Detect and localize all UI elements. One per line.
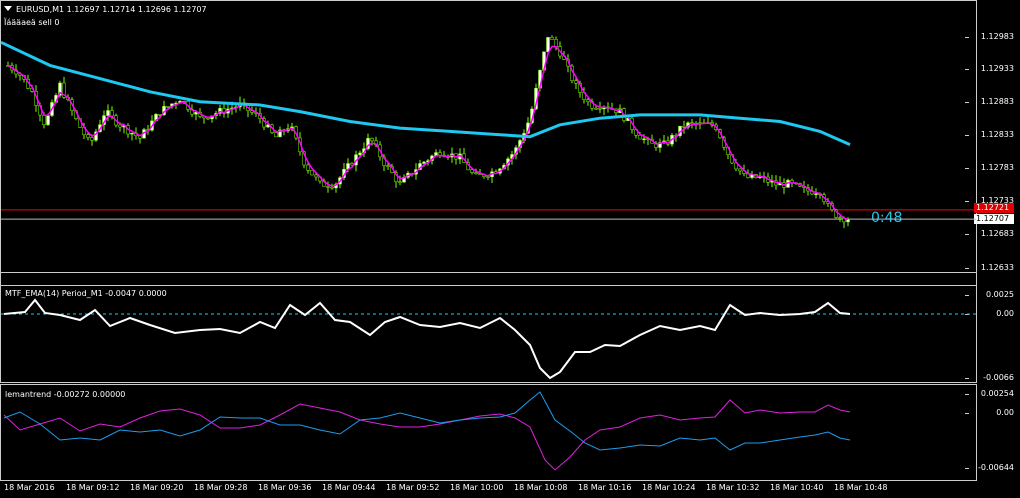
candle-body	[46, 115, 50, 125]
candle-body	[546, 37, 550, 53]
ema-oscillator-line	[3, 298, 851, 380]
trend-line-pink	[3, 399, 851, 471]
candle-body	[90, 137, 94, 141]
candle-body	[550, 37, 554, 40]
candle-body	[486, 176, 490, 178]
candle-body	[310, 170, 314, 176]
candle-body	[690, 122, 694, 124]
candle-body	[642, 138, 646, 141]
candle-body	[326, 186, 330, 188]
fast-ma-line	[7, 45, 849, 220]
candle-body	[846, 219, 850, 223]
candle-body	[838, 217, 842, 219]
candle-body	[398, 181, 402, 183]
candle-body	[474, 172, 478, 174]
candle-body	[638, 135, 642, 140]
candle-body	[358, 152, 362, 155]
candle-body	[130, 132, 134, 135]
candle-body	[306, 164, 310, 171]
candle-body	[166, 106, 170, 108]
candle-body	[274, 132, 278, 138]
candle-body	[470, 169, 474, 173]
candle-body	[370, 138, 374, 142]
candle-body	[314, 174, 318, 178]
chart-canvas	[0, 35, 976, 471]
candle-body	[594, 107, 598, 110]
candle-body	[586, 99, 590, 102]
trend-line-blue	[3, 391, 851, 451]
candle-body	[422, 161, 426, 164]
candle-body	[118, 124, 122, 128]
candle-body	[330, 186, 334, 189]
candle-body	[554, 39, 558, 47]
candle-body	[42, 114, 46, 125]
candle-body	[814, 193, 818, 195]
candle-body	[598, 107, 602, 110]
candle-body	[738, 168, 742, 172]
candle-body	[386, 165, 390, 167]
candle-body	[682, 125, 686, 128]
candle-body	[110, 110, 114, 117]
candle-body	[86, 134, 90, 138]
candle-body	[106, 110, 110, 116]
candle-body	[574, 80, 578, 84]
